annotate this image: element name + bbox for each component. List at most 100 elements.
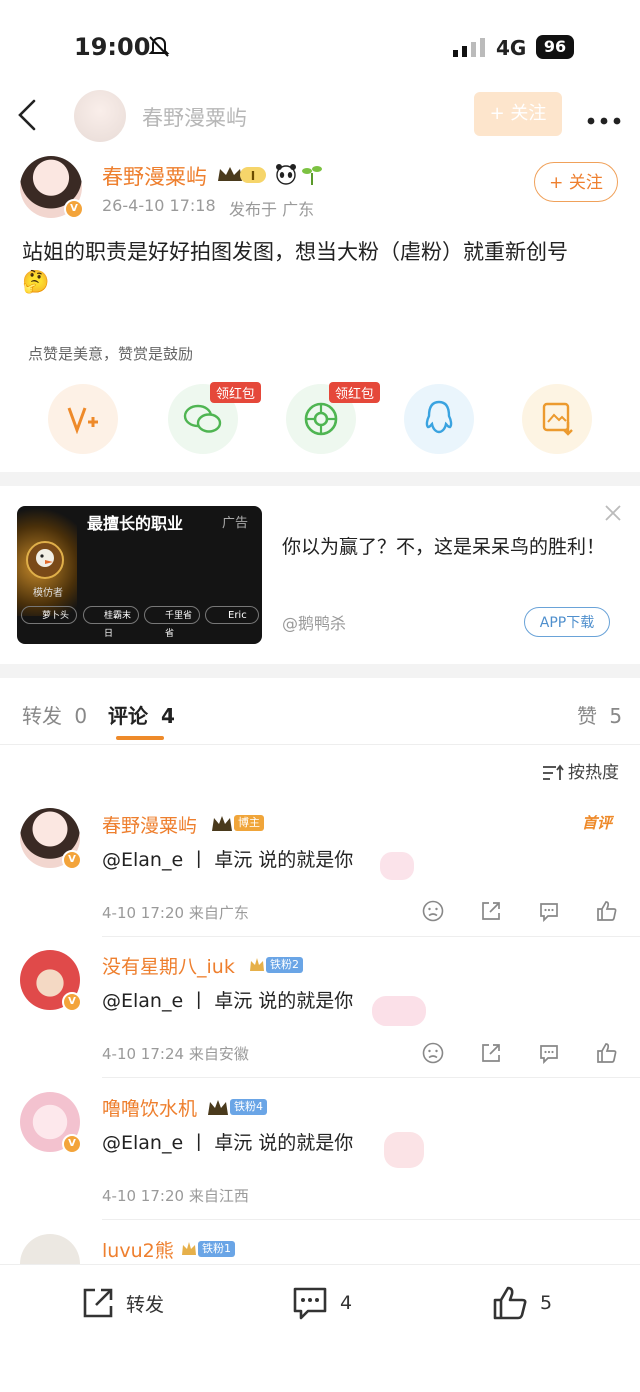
first-comment-tag: 首评 bbox=[582, 814, 613, 832]
back-arrow-icon[interactable] bbox=[16, 98, 38, 136]
bottom-repost-button[interactable]: 转发 bbox=[80, 1285, 164, 1321]
tab-repost-count: 0 bbox=[74, 704, 88, 728]
panda-icon bbox=[274, 163, 298, 189]
fan-badge: 铁粉1 bbox=[180, 1238, 235, 1258]
bottom-like-count: 5 bbox=[540, 1292, 553, 1314]
ad-label: 广告 bbox=[222, 516, 249, 531]
tab-comment[interactable]: 评论 4 bbox=[108, 700, 175, 729]
network-type: 4G bbox=[496, 36, 527, 60]
header-follow-button[interactable]: + 关注 bbox=[474, 92, 562, 136]
wechat-red-packet-tag: 领红包 bbox=[210, 382, 262, 403]
top-nav: 春野漫粟屿 + 关注 bbox=[0, 88, 640, 144]
comment-author[interactable]: 噜噜饮水机 bbox=[102, 1094, 197, 1121]
share-save-image-button[interactable] bbox=[522, 384, 592, 454]
bottom-like-button[interactable]: 5 bbox=[492, 1285, 552, 1321]
ad-download-button[interactable]: APP下载 bbox=[524, 607, 610, 637]
comment-actions bbox=[422, 1042, 618, 1064]
section-divider bbox=[0, 472, 640, 486]
post-location: 发布于 广东 bbox=[229, 200, 315, 219]
ad-role: 模仿者 bbox=[33, 588, 63, 599]
comment-icon bbox=[293, 1287, 327, 1320]
comment-location: 来自广东 bbox=[188, 904, 249, 922]
comment-author[interactable]: 没有星期八_iuk bbox=[102, 952, 235, 979]
ad-player-3: Eric bbox=[205, 606, 259, 624]
sticker-icon bbox=[380, 852, 414, 880]
ad-player-0: 萝卜头 bbox=[21, 606, 77, 624]
comment-author[interactable]: luvu2熊 bbox=[102, 1236, 174, 1263]
ad-close-icon[interactable] bbox=[604, 504, 622, 526]
comment-divider bbox=[102, 1077, 640, 1078]
fan-crown-icon bbox=[182, 1241, 196, 1255]
tab-repost-label: 转发 bbox=[22, 704, 62, 728]
crown-icon bbox=[212, 815, 232, 831]
verified-icon: V bbox=[62, 850, 82, 870]
sticker-icon bbox=[384, 1132, 424, 1168]
post-text: 站姐的职责是好好拍图发图，想当大粉（虐粉）就重新创号 bbox=[22, 234, 622, 270]
tab-like[interactable]: 赞 5 bbox=[577, 700, 622, 729]
ad-player-2: 千里省省 bbox=[144, 606, 200, 639]
ad-image-title: 最擅长的职业 bbox=[87, 514, 184, 533]
header-title: 春野漫粟屿 bbox=[142, 106, 247, 130]
tab-active-indicator bbox=[116, 736, 164, 740]
ad-text-body: 你以为赢了？不，这是呆呆鸟的胜利！ bbox=[282, 536, 606, 558]
share-icon[interactable] bbox=[480, 900, 502, 922]
dislike-face-icon[interactable] bbox=[422, 900, 444, 922]
post-text-body: 站姐的职责是好好拍图发图，想当大粉（虐粉）就重新创号 bbox=[22, 240, 568, 264]
comment-author[interactable]: 春野漫粟屿 bbox=[102, 811, 197, 838]
reply-icon[interactable] bbox=[538, 900, 560, 922]
header-avatar[interactable] bbox=[74, 90, 126, 142]
comment-text: @Elan_e 丨 卓沅 说的就是你 bbox=[102, 990, 354, 1012]
blogger-badge: 博主 bbox=[210, 812, 264, 833]
ad-duck-icon bbox=[25, 540, 65, 584]
vplus-icon bbox=[67, 407, 98, 434]
ad-source[interactable]: @鹅鸭杀 bbox=[282, 610, 346, 634]
post-author-name[interactable]: 春野漫粟屿 bbox=[102, 161, 207, 191]
share-vplus-button[interactable] bbox=[48, 384, 118, 454]
blogger-badge-label: 博主 bbox=[234, 814, 264, 831]
battery-icon: 96 bbox=[536, 35, 574, 59]
ad-text[interactable]: 你以为赢了？不，这是呆呆鸟的胜利！ bbox=[282, 530, 620, 564]
post-follow-button[interactable]: + 关注 bbox=[534, 162, 618, 202]
crown-level-badge: I bbox=[216, 163, 268, 185]
post-date: 26-4-10 17:18 bbox=[102, 196, 216, 215]
sticker-icon bbox=[372, 996, 426, 1026]
dislike-face-icon[interactable] bbox=[422, 1042, 444, 1064]
thinking-emoji: 🤔 bbox=[22, 270, 50, 295]
mute-bell-icon bbox=[148, 34, 170, 62]
section-divider bbox=[0, 664, 640, 678]
tab-repost[interactable]: 转发 0 bbox=[22, 700, 87, 729]
comment-actions bbox=[422, 900, 618, 922]
battery-level: 96 bbox=[543, 37, 567, 56]
like-icon[interactable] bbox=[596, 1042, 618, 1064]
more-icon[interactable] bbox=[587, 110, 621, 129]
qq-icon bbox=[425, 400, 453, 434]
reply-icon[interactable] bbox=[538, 1042, 560, 1064]
comment-text: @Elan_e 丨 卓沅 说的就是你 bbox=[102, 849, 354, 871]
comment-avatar[interactable] bbox=[20, 1234, 80, 1264]
comment-text: @Elan_e 丨 卓沅 说的就是你 bbox=[102, 1132, 354, 1154]
bottom-comment-button[interactable]: 4 bbox=[292, 1285, 352, 1321]
wechat-icon bbox=[183, 404, 222, 433]
tab-like-label: 赞 bbox=[577, 704, 597, 728]
bottom-bar: 转发 4 5 bbox=[0, 1264, 640, 1392]
comment-location: 来自安徽 bbox=[188, 1045, 249, 1063]
status-bar: 19:00 4G 96 bbox=[0, 0, 640, 90]
like-icon[interactable] bbox=[596, 900, 618, 922]
moments-icon bbox=[304, 402, 338, 436]
ad-player-name: 桂霸末日 bbox=[104, 611, 132, 639]
bottom-repost-label: 转发 bbox=[126, 1293, 165, 1316]
fan-badge-label: 铁粉2 bbox=[266, 956, 303, 973]
verified-icon: V bbox=[64, 199, 84, 219]
tabs-divider bbox=[0, 744, 640, 745]
ad-player-name: 千里省省 bbox=[165, 611, 193, 639]
sort-label: 按热度 bbox=[568, 763, 619, 783]
comment-item: luvu2熊 铁粉1 bbox=[0, 1224, 640, 1264]
comment-time-value: 4-10 17:24 bbox=[102, 1045, 185, 1063]
ad-player-1: 桂霸末日 bbox=[83, 606, 139, 639]
sort-button[interactable]: 按热度 bbox=[542, 758, 619, 783]
verified-icon: V bbox=[62, 1134, 82, 1154]
share-qq-button[interactable] bbox=[404, 384, 474, 454]
ad-player-name: 萝卜头 bbox=[42, 611, 70, 621]
share-icon[interactable] bbox=[480, 1042, 502, 1064]
ad-image[interactable]: 最擅长的职业 广告 模仿者 萝卜头 桂霸末日 千里省省 Eric bbox=[17, 506, 262, 644]
